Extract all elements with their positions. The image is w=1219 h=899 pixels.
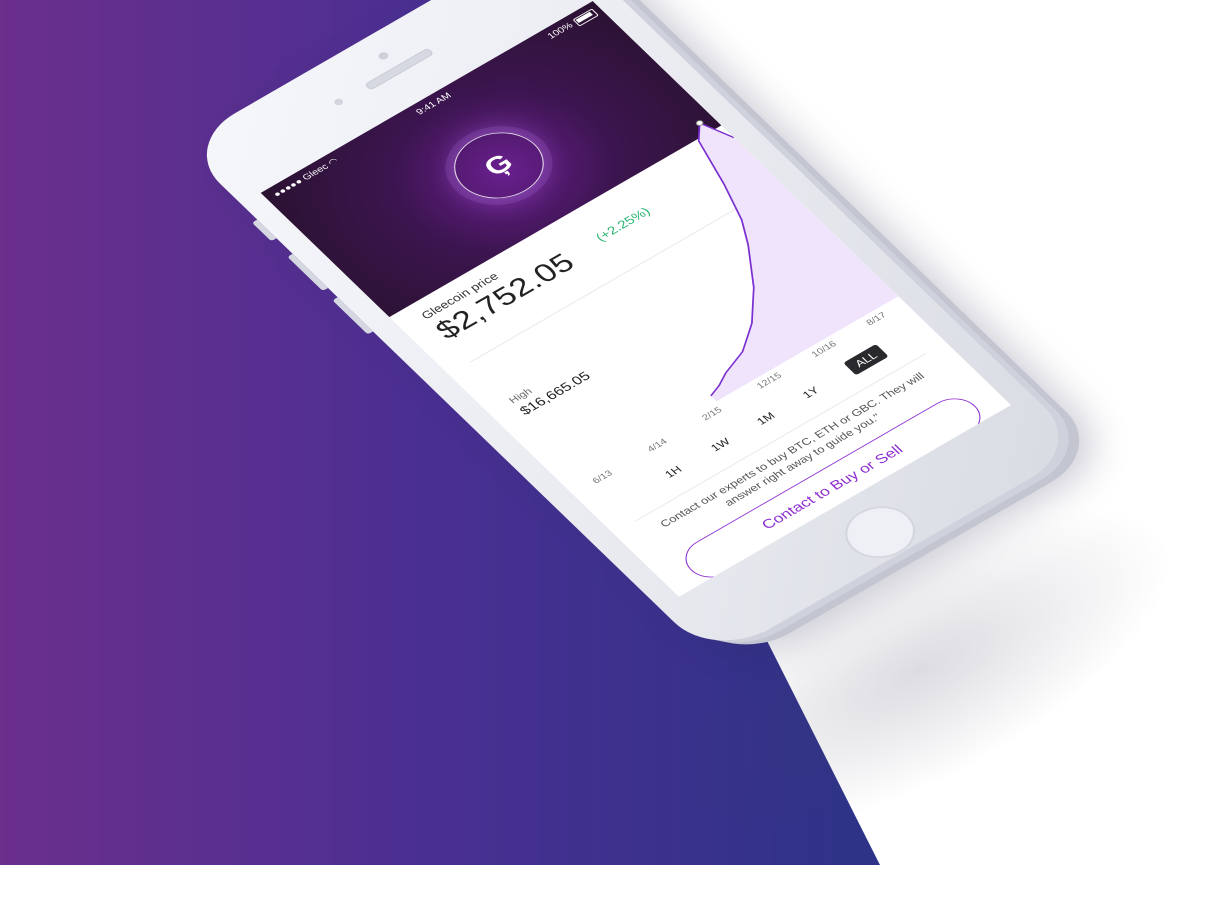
gleecoin-logo-icon: Ģ	[477, 148, 520, 182]
front-camera	[376, 50, 391, 61]
x-tick-label: 6/13	[590, 468, 615, 486]
x-tick-label: 4/14	[645, 437, 670, 455]
range-1h-button[interactable]: 1H	[662, 464, 685, 481]
gleecoin-logo: Ģ	[436, 119, 562, 212]
battery-percent: 100%	[545, 21, 576, 41]
range-all-button[interactable]: ALL	[843, 343, 890, 376]
battery-icon	[572, 8, 599, 27]
proximity-sensor	[332, 97, 345, 107]
x-tick-label: 2/15	[700, 405, 725, 423]
earpiece-speaker	[364, 47, 435, 91]
range-1w-button[interactable]: 1W	[708, 436, 733, 454]
range-1m-button[interactable]: 1M	[754, 410, 778, 427]
range-1y-button[interactable]: 1Y	[800, 384, 822, 400]
